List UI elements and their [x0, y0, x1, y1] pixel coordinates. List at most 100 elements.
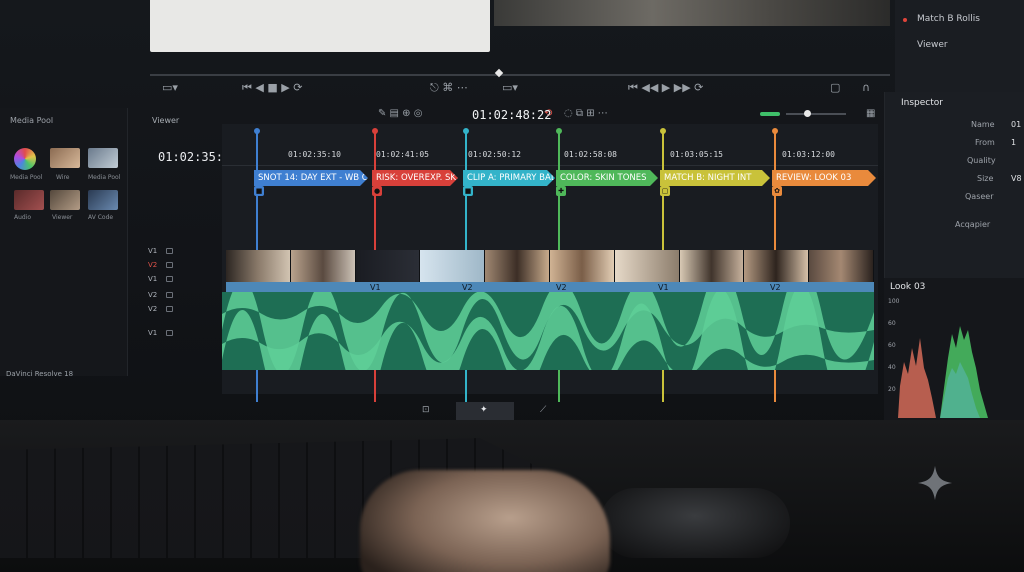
track-headers: V1 V2 V1 V2 V2 V1: [130, 245, 222, 355]
track-header-label[interactable]: V2: [148, 291, 157, 299]
track-lock-icon[interactable]: [166, 330, 173, 336]
inspector-value[interactable]: 1: [1011, 138, 1016, 147]
clip-label: V2: [462, 283, 473, 292]
clip-label: V2: [556, 283, 567, 292]
control-surface: [600, 488, 790, 558]
track-lock-icon[interactable]: [166, 276, 173, 282]
media-item-label: Viewer: [52, 214, 73, 221]
marker-flag-review[interactable]: REVIEW: LOOK 03: [772, 170, 876, 186]
media-thumb[interactable]: [50, 148, 80, 168]
ruler-timecode: 01:02:50:12: [468, 150, 521, 159]
record-dot-icon: [903, 18, 907, 22]
audio-track[interactable]: [222, 292, 874, 370]
thumbnail: [744, 250, 810, 282]
inspector-value[interactable]: V8: [1011, 174, 1022, 183]
tool-icons[interactable]: ◌ ⧉ ⊞ ⋯: [564, 108, 608, 119]
inspector-label: Quality: [967, 156, 996, 165]
inspector-label: Size: [977, 174, 994, 183]
viewer-title: Viewer: [152, 116, 180, 125]
play-controls[interactable]: ⏮ ◀◀ ▶ ▶▶ ⟳: [628, 81, 703, 95]
edit-page-tab[interactable]: ⊡: [422, 405, 430, 415]
level-meter: [760, 112, 780, 116]
media-item-label: Media Pool: [88, 174, 121, 181]
marker-note-icon[interactable]: ●: [372, 186, 382, 196]
deliver-page-tab[interactable]: ⟋: [540, 405, 546, 415]
timeline-viewer[interactable]: [494, 0, 890, 26]
marker-flag-risk[interactable]: RISK: OVEREXP. SKY: [372, 170, 458, 186]
track-header-label[interactable]: V2: [148, 305, 157, 313]
viewer-label[interactable]: Viewer: [917, 40, 948, 50]
color-wheel-icon[interactable]: [14, 148, 36, 170]
media-item-label: Media Pool: [10, 174, 43, 181]
match-label[interactable]: Match B Rollis: [917, 14, 980, 24]
ruler-timecode: 01:02:41:05: [376, 150, 429, 159]
top-right-panel: Match B Rollis Viewer: [895, 0, 1024, 92]
color-page-icon: ✦: [480, 405, 488, 415]
ruler-timecode: 01:02:35:10: [288, 150, 341, 159]
marker-note-icon[interactable]: ▢: [660, 186, 670, 196]
marker-flag-clip-a[interactable]: CLIP A: PRIMARY BAL: [463, 170, 555, 186]
ruler-timecode: 01:03:12:00: [782, 150, 835, 159]
marker-note-icon[interactable]: ✿: [772, 186, 782, 196]
track-lock-icon[interactable]: [166, 306, 173, 312]
media-pool-panel: Media Pool Media Pool Wire Media Pool Au…: [0, 108, 128, 376]
marker-flag-shot-14[interactable]: SNOT 14: DAY EXT - WB CORR: [254, 170, 368, 186]
marker-head[interactable]: [254, 128, 260, 134]
color-page-tab[interactable]: ✦: [456, 402, 514, 422]
scrub-bar[interactable]: [150, 74, 890, 76]
track-lock-icon[interactable]: [166, 292, 173, 298]
timeline-timecode[interactable]: 01:02:48:22: [472, 108, 551, 122]
marker-head[interactable]: [372, 128, 378, 134]
histogram-graph: [898, 326, 988, 418]
marker-note-icon[interactable]: ✚: [556, 186, 566, 196]
timeline-toolbar: ✎ ▤ ⊕ ◎ ⟲ ◌ ⧉ ⊞ ⋯ ▦: [378, 104, 878, 124]
timeline-ruler[interactable]: 01:02:35:10 01:02:41:05 01:02:50:12 01:0…: [222, 136, 878, 166]
zoom-slider[interactable]: [786, 113, 846, 115]
track-header-label[interactable]: V1: [148, 275, 157, 283]
thumbnail: [420, 250, 486, 282]
timeline-panel[interactable]: 01:02:35:10 01:02:41:05 01:02:50:12 01:0…: [222, 124, 878, 402]
track-lock-icon[interactable]: [166, 262, 173, 268]
monitor-screen: Match B Rollis Viewer ▭▾ ⏮ ◀ ■ ▶ ⟳ ⎋ ⌘ ⋯…: [0, 0, 1024, 440]
media-item-label: Audio: [14, 214, 32, 221]
clip-thumbnails[interactable]: [226, 250, 874, 282]
track-header-label[interactable]: V1: [148, 329, 157, 337]
track-lock-icon[interactable]: [166, 248, 173, 254]
marker-head[interactable]: [660, 128, 666, 134]
thumbnail: [290, 250, 356, 282]
track-header-label[interactable]: V2: [148, 261, 157, 269]
jog-back-icon[interactable]: ⏮ ◀ ■ ▶ ⟳: [242, 81, 302, 95]
media-item-label: Wire: [56, 174, 70, 181]
zoom-slider-handle[interactable]: [804, 110, 811, 117]
audio-icon[interactable]: ∩: [862, 81, 870, 94]
viewer-options-icon[interactable]: ▭▾: [162, 81, 178, 94]
marker-head[interactable]: [463, 128, 469, 134]
marker-flag-color[interactable]: COLOR: SKIN TONES: [556, 170, 658, 186]
marker-note-icon[interactable]: ■: [463, 186, 473, 196]
marker-flag-match-b[interactable]: MATCH B: NIGHT INT: [660, 170, 770, 186]
media-thumb[interactable]: [14, 190, 44, 210]
media-thumb[interactable]: [88, 148, 118, 168]
panel-toggle-icon[interactable]: ▦: [866, 108, 875, 119]
media-thumb[interactable]: [50, 190, 80, 210]
pen-icon[interactable]: ✎ ▤ ⊕ ◎: [378, 108, 422, 119]
ruler-timecode: 01:02:58:08: [564, 150, 617, 159]
folder-icon[interactable]: ▭▾: [502, 81, 518, 94]
track-header-label[interactable]: V1: [148, 247, 157, 255]
clip-label: V1: [370, 283, 381, 292]
thumbnail: [226, 250, 291, 282]
marker-note-icon[interactable]: ■: [254, 186, 264, 196]
fullscreen-icon[interactable]: ▢: [830, 81, 840, 94]
media-item-label: AV Code: [88, 214, 114, 221]
marker-head[interactable]: [772, 128, 778, 134]
thumbnail: [355, 250, 421, 282]
clip-tools-icon[interactable]: ⎋ ⌘ ⋯: [430, 81, 468, 95]
inspector-value[interactable]: 01: [1011, 120, 1021, 129]
source-viewer[interactable]: [150, 0, 490, 52]
marker-head[interactable]: [556, 128, 562, 134]
clip-label: V1: [658, 283, 669, 292]
thumbnail: [679, 250, 745, 282]
user-hand: [360, 470, 610, 572]
media-thumb[interactable]: [88, 190, 118, 210]
inspector-label: Name: [971, 120, 995, 129]
